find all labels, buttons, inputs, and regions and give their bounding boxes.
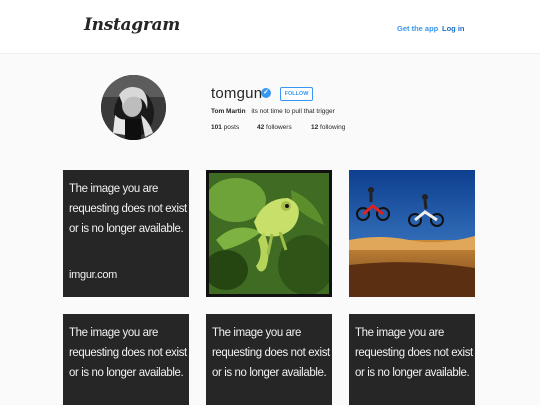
post-tile-motocross[interactable] (349, 170, 475, 297)
posts-label: posts (223, 124, 240, 131)
missing-line-2: requesting does not exist (69, 345, 187, 359)
missing-image-message: The image you are requesting does not ex… (355, 322, 473, 382)
missing-image-message: The image you are requesting does not ex… (69, 178, 187, 238)
verified-check-icon: ✓ (261, 88, 271, 98)
followers-stat[interactable]: 42 followers (257, 124, 292, 131)
post-tile-missing[interactable]: The image you are requesting does not ex… (63, 314, 189, 405)
instagram-logo[interactable]: Instagram (84, 15, 180, 35)
follow-button[interactable]: FOLLOW (280, 87, 313, 101)
missing-line-3: or is no longer available. (69, 365, 184, 379)
missing-image-message: The image you are requesting does not ex… (69, 322, 187, 382)
followers-label: followers (266, 124, 292, 131)
profile-bio: Tom Martin its not time to pull that tri… (211, 108, 335, 115)
posts-count: 101 (211, 124, 222, 131)
missing-line-3: or is no longer available. (69, 221, 184, 235)
missing-line-2: requesting does not exist (69, 201, 187, 215)
get-the-app-link[interactable]: Get the app (397, 24, 438, 33)
posts-stat: 101 posts (211, 124, 239, 131)
post-tile-missing[interactable]: The image you are requesting does not ex… (206, 314, 332, 405)
post-tile-chameleon[interactable] (206, 170, 332, 297)
following-label: following (320, 124, 346, 131)
imgur-source-text: imgur.com (69, 269, 118, 281)
post-tile-missing[interactable]: The image you are requesting does not ex… (349, 314, 475, 405)
profile-username: tomgun (211, 85, 263, 102)
missing-line-1: The image you are (69, 181, 159, 195)
motocross-photo (349, 170, 475, 297)
log-in-link[interactable]: Log in (442, 24, 465, 33)
missing-line-1: The image you are (355, 325, 445, 339)
missing-line-1: The image you are (212, 325, 302, 339)
missing-line-1: The image you are (69, 325, 159, 339)
missing-line-2: requesting does not exist (212, 345, 330, 359)
profile-full-name: Tom Martin (211, 108, 246, 115)
avatar-photo (101, 75, 166, 140)
following-count: 12 (311, 124, 319, 131)
profile-avatar[interactable] (101, 75, 166, 140)
missing-line-2: requesting does not exist (355, 345, 473, 359)
top-navigation-bar: Instagram Get the app Log in (0, 0, 540, 54)
chameleon-photo (206, 170, 332, 297)
following-stat[interactable]: 12 following (311, 124, 345, 131)
missing-line-3: or is no longer available. (355, 365, 470, 379)
followers-count: 42 (257, 124, 265, 131)
missing-image-message: The image you are requesting does not ex… (212, 322, 330, 382)
profile-bio-text: its not time to pull that trigger (251, 108, 335, 115)
post-tile-missing[interactable]: The image you are requesting does not ex… (63, 170, 189, 297)
missing-line-3: or is no longer available. (212, 365, 327, 379)
